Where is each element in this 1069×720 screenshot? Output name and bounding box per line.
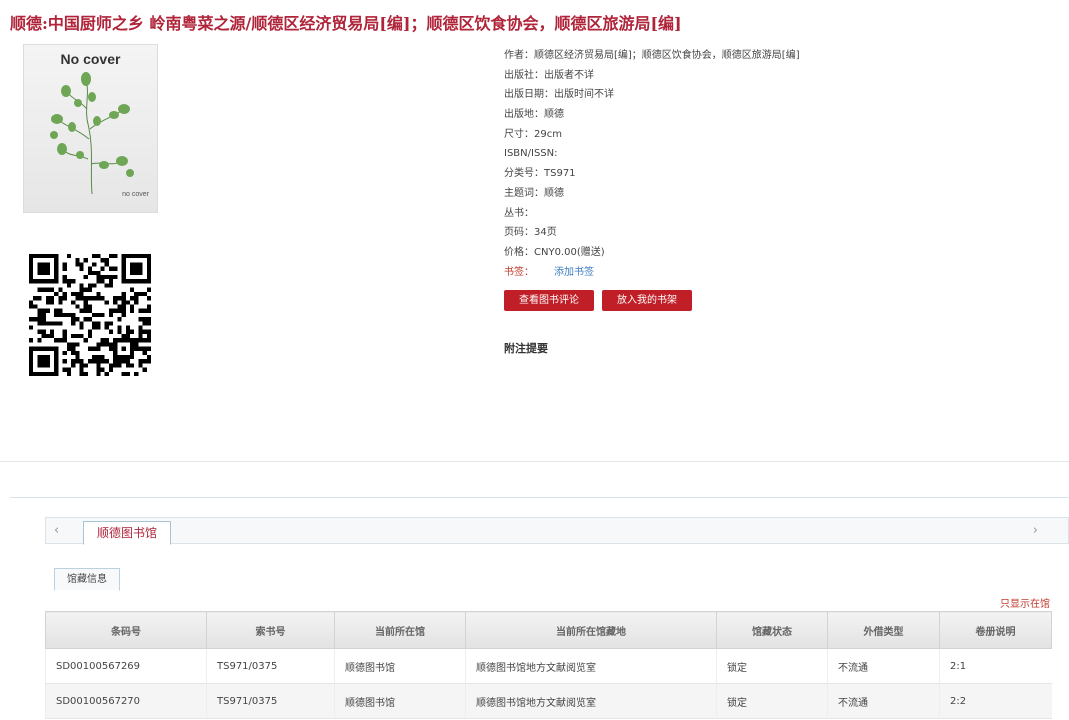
cover-text-small: no cover <box>122 191 149 198</box>
meta-bookmark-row: 书签： 添加书签 <box>504 263 800 283</box>
column-header[interactable]: 索书号 <box>206 611 335 649</box>
cover-text: No cover <box>60 51 121 67</box>
cell-status: 锁定 <box>716 648 828 684</box>
table-row: SD00100567270 TS971/0375 顺德图书馆 顺德图书馆地方文献… <box>45 683 1052 719</box>
meta-pages: 页码：34页 <box>504 227 557 239</box>
add-to-shelf-button[interactable]: 放入我的书架 <box>602 290 692 311</box>
meta-class-no: 分类号：TS971 <box>504 168 576 180</box>
table-header-row: 条码号 索书号 当前所在馆 当前所在馆藏地 馆藏状态 外借类型 卷册说明 <box>45 611 1052 649</box>
column-header[interactable]: 馆藏状态 <box>716 611 828 649</box>
column-header[interactable]: 当前所在馆 <box>334 611 466 649</box>
column-header[interactable]: 当前所在馆藏地 <box>465 611 717 649</box>
chevron-right-icon[interactable]: › <box>1033 523 1038 538</box>
notes-heading: 附注提要 <box>504 342 548 355</box>
cell-loan-type: 不流通 <box>827 683 940 719</box>
meta-pub-date: 出版日期：出版时间不详 <box>504 89 614 101</box>
cell-location: 顺德图书馆地方文献阅览室 <box>465 683 717 719</box>
section-divider <box>0 461 1069 462</box>
cell-library: 顺德图书馆 <box>334 683 466 719</box>
cell-barcode: SD00100567270 <box>45 683 207 719</box>
cell-barcode: SD00100567269 <box>45 648 207 684</box>
meta-subject: 主题词：顺德 <box>504 187 564 199</box>
book-cover-image: No cover no cover <box>23 44 158 213</box>
meta-price: 价格：CNY0.00(赠送) <box>504 246 605 258</box>
book-title: 顺德:中国厨师之乡 岭南粤菜之源/顺德区经济贸易局[编]；顺德区饮食协会，顺德区… <box>10 14 682 33</box>
section-divider <box>10 497 1069 498</box>
library-tab-bar: ‹ 顺德图书馆 › <box>45 517 1069 545</box>
add-bookmark-link[interactable]: 添加书签 <box>554 267 594 278</box>
meta-author: 作者：顺德区经济贸易局[编]；顺德区饮食协会，顺德区旅游局[编] <box>504 50 800 61</box>
meta-size: 尺寸：29cm <box>504 128 562 140</box>
table-row: SD00100567269 TS971/0375 顺德图书馆 顺德图书馆地方文献… <box>45 648 1052 684</box>
cell-call-number: TS971/0375 <box>206 683 335 719</box>
tab-holding-info[interactable]: 馆藏信息 <box>54 568 120 591</box>
cell-library: 顺德图书馆 <box>334 648 466 684</box>
meta-series: 丛书： <box>504 207 534 219</box>
meta-isbn: ISBN/ISSN: <box>504 148 558 160</box>
cell-volume: 2:2 <box>939 683 1052 719</box>
cell-loan-type: 不流通 <box>827 648 940 684</box>
book-metadata: 作者：顺德区经济贸易局[编]；顺德区饮食协会，顺德区旅游局[编] 出版社：出版者… <box>504 46 800 282</box>
cell-call-number: TS971/0375 <box>206 648 335 684</box>
column-header[interactable]: 卷册说明 <box>939 611 1052 649</box>
column-header[interactable]: 外借类型 <box>827 611 940 649</box>
meta-pub-place: 出版地：顺德 <box>504 109 564 121</box>
cell-status: 锁定 <box>716 683 828 719</box>
show-only-available-link[interactable]: 只显示在馆 <box>1000 595 1050 610</box>
tab-library[interactable]: 顺德图书馆 <box>83 521 172 545</box>
bookmark-label: 书签： <box>504 266 534 278</box>
cell-volume: 2:1 <box>939 648 1052 684</box>
view-reviews-button[interactable]: 查看图书评论 <box>504 290 594 311</box>
meta-publisher: 出版社：出版者不详 <box>504 69 594 81</box>
plant-illustration <box>50 72 134 195</box>
qr-code-image <box>29 254 151 376</box>
column-header[interactable]: 条码号 <box>45 611 207 649</box>
chevron-left-icon[interactable]: ‹ <box>54 523 59 538</box>
cell-location: 顺德图书馆地方文献阅览室 <box>465 648 717 684</box>
holdings-table: 条码号 索书号 当前所在馆 当前所在馆藏地 馆藏状态 外借类型 卷册说明 SD0… <box>45 611 1052 719</box>
